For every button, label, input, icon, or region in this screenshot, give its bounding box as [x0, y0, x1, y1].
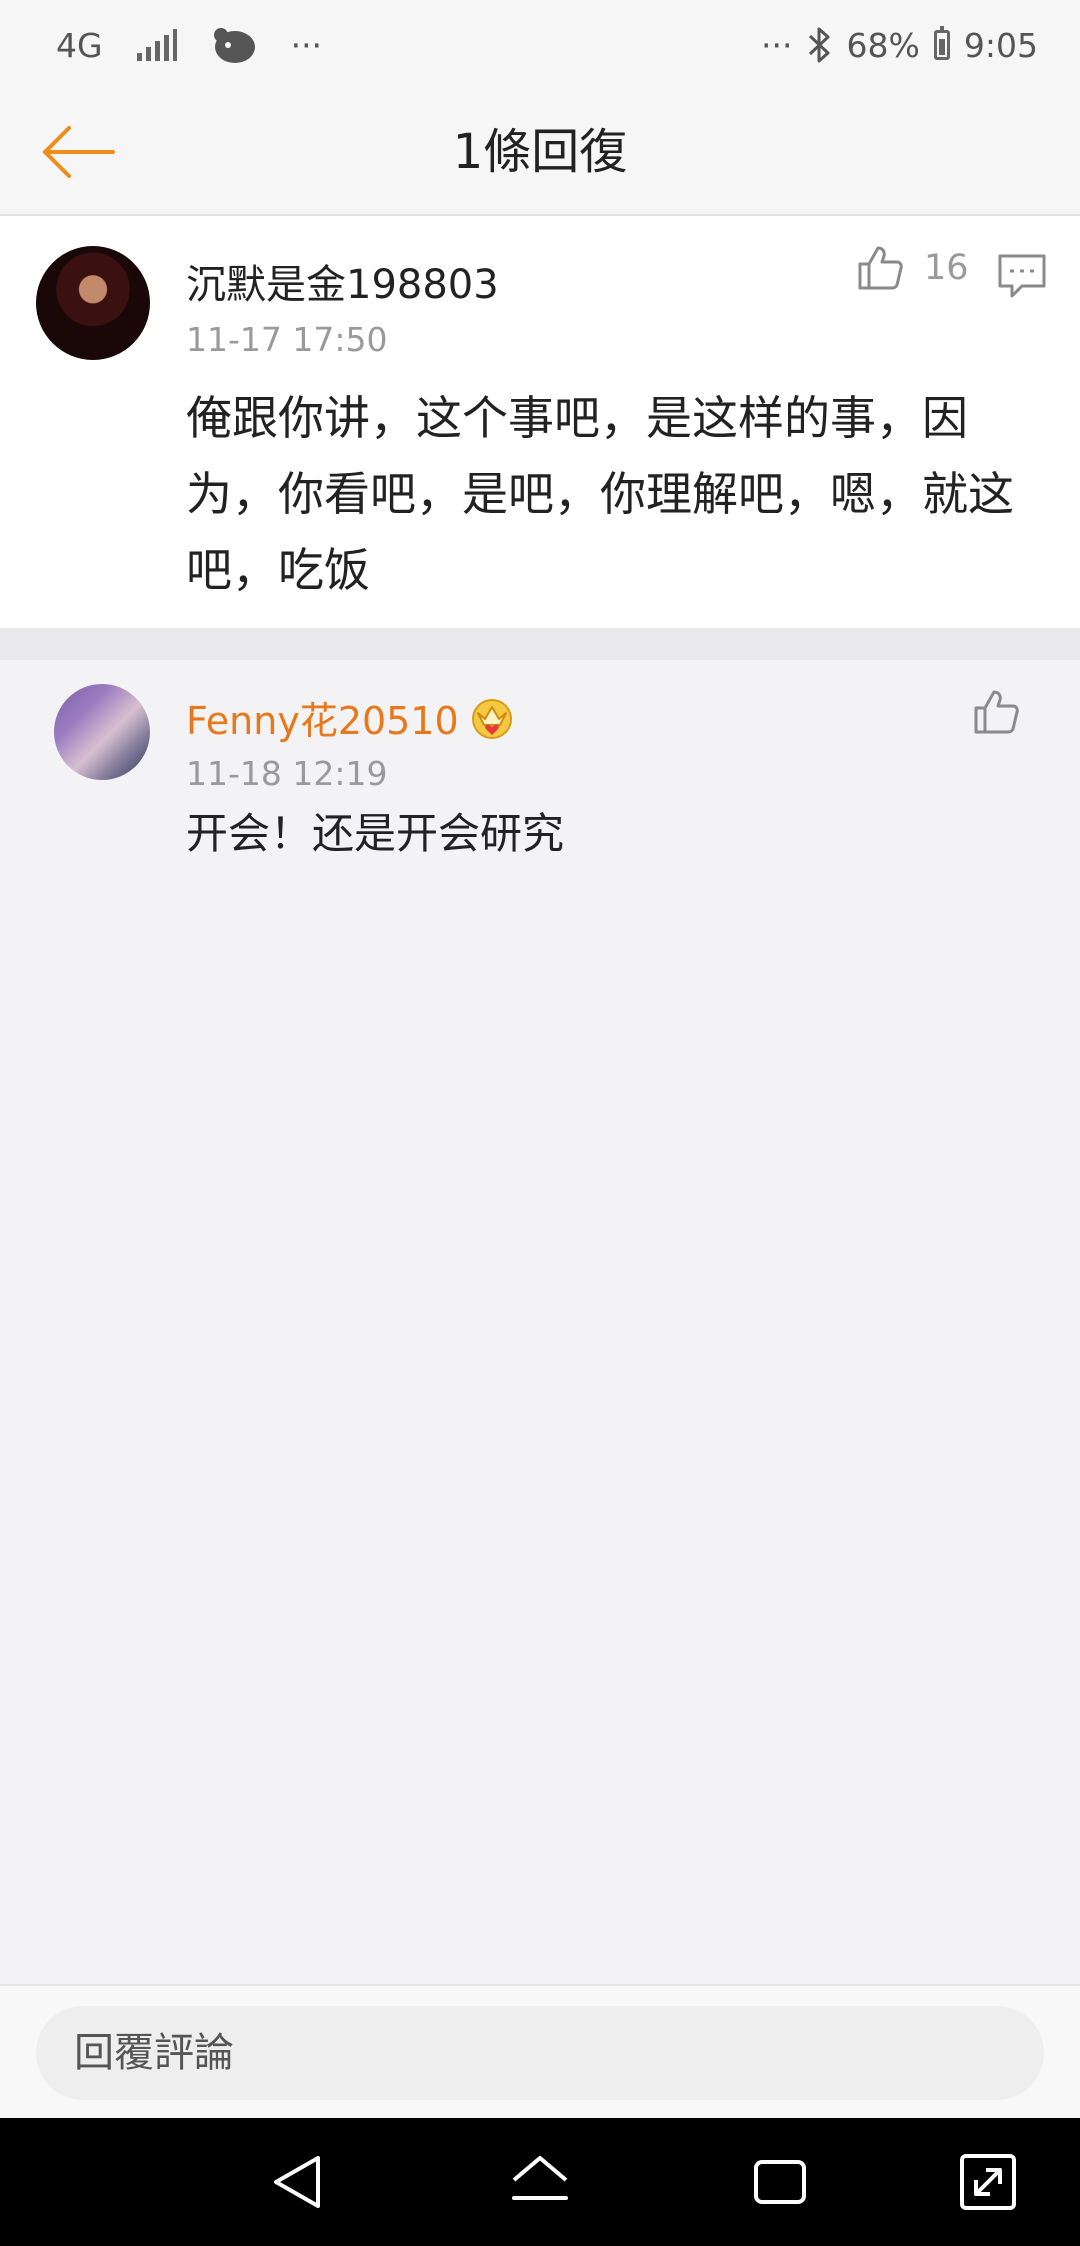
comment-timestamp: 11-17 17:50	[186, 320, 388, 359]
reply-item: Fenny花20510 11-18 12:19 开会！还是开会研究	[0, 660, 1080, 886]
battery-percent: 68%	[846, 25, 920, 65]
comment-icon	[998, 254, 1046, 298]
home-nav-button[interactable]	[508, 2150, 572, 2214]
reply-bar: 回覆評論	[0, 1984, 1080, 2118]
reply-timestamp: 11-18 12:19	[186, 754, 388, 793]
status-left: 4G ···	[56, 0, 322, 90]
signal-icon	[136, 29, 177, 61]
reply-comment-input[interactable]: 回覆評論	[36, 2006, 1044, 2100]
thumbs-up-icon	[974, 690, 1019, 734]
reply-like-button[interactable]	[972, 688, 1020, 736]
comment-username[interactable]: 沉默是金198803	[186, 252, 499, 310]
recents-nav-button[interactable]	[748, 2150, 812, 2214]
like-count: 16	[924, 248, 969, 288]
network-type: 4G	[56, 25, 103, 65]
recents-icon	[754, 2160, 806, 2204]
status-bar: 4G ··· ··· 68% 9:05	[0, 0, 1080, 90]
app-notification-icon	[213, 28, 255, 63]
status-more-left: ···	[290, 25, 323, 65]
avatar[interactable]	[36, 246, 150, 360]
system-nav-bar	[0, 2118, 1080, 2246]
reply-comment-button[interactable]	[996, 250, 1048, 302]
reply-text: 开会！还是开会研究	[186, 809, 565, 858]
avatar[interactable]	[54, 684, 150, 780]
like-button[interactable]: 16	[856, 244, 969, 292]
crown-icon	[471, 698, 512, 739]
bluetooth-icon	[808, 27, 830, 63]
triangle-back-icon	[274, 2156, 320, 2208]
thumbs-up-icon	[858, 246, 903, 290]
reply-username[interactable]: Fenny花20510	[186, 690, 459, 745]
comment-text: 俺跟你讲，这个事吧，是这样的事，因为，你看吧，是吧，你理解吧，嗯，就这吧，吃饭	[186, 391, 1014, 597]
battery-icon	[933, 26, 950, 60]
clock: 9:05	[963, 25, 1038, 65]
expand-nav-button[interactable]	[956, 2150, 1020, 2214]
main-comment: 沉默是金198803 11-17 17:50 16 俺跟你讲，这个事吧，是这样的…	[0, 216, 1080, 628]
section-divider	[0, 628, 1080, 660]
status-more-right: ···	[761, 25, 793, 65]
reply-username-row: Fenny花20510	[186, 690, 515, 745]
status-right: ··· 68% 9:05	[761, 0, 1038, 90]
expand-icon	[960, 2154, 1016, 2210]
back-nav-button[interactable]	[268, 2150, 332, 2214]
nav-bar: 1條回復	[0, 90, 1080, 216]
screen: 4G ··· ··· 68% 9:05 1條回復 沉默是金198803 11-1…	[0, 0, 1080, 2246]
home-icon	[512, 2156, 568, 2200]
page-title: 1條回復	[452, 124, 628, 180]
